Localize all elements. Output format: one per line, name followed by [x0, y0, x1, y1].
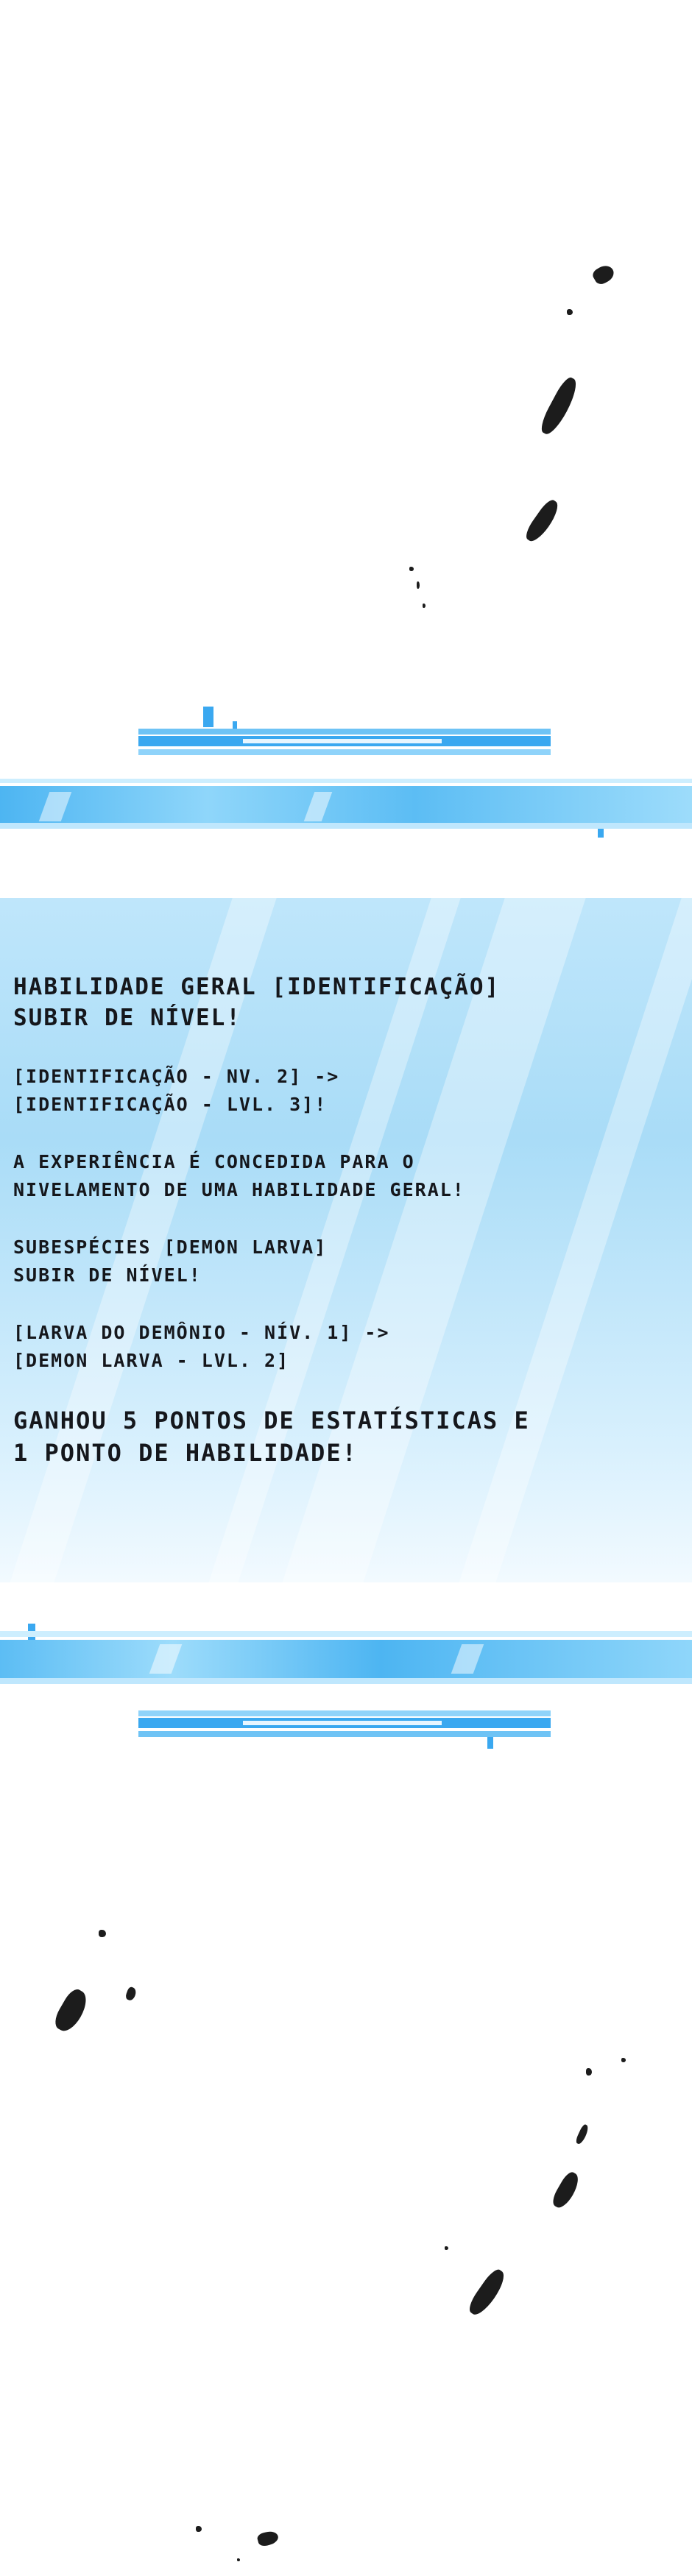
subspecies-level-up-message: Subespécies [Demon Larva] subir de nível… [13, 1234, 683, 1289]
skill-level-up-message: Habilidade Geral [Identificação] subir d… [13, 972, 683, 1033]
skill-level-change: [Identificação - Nv. 2] -> [Identificaçã… [13, 1063, 683, 1119]
message-line: subir de nível! [13, 1005, 241, 1031]
glitch-bar-segment [138, 729, 551, 735]
ink-blot [522, 497, 563, 545]
ink-blot [574, 2123, 590, 2145]
ink-blot [586, 2068, 592, 2076]
message-line: [Identificação - Nv. 2] -> [13, 1066, 340, 1087]
glitch-bar-segment [243, 1721, 442, 1725]
glitch-bar-segment [0, 1678, 692, 1684]
glitch-bar-segment [487, 1737, 493, 1749]
glitch-bar-segment [0, 779, 692, 783]
glitch-bar-segment [138, 1710, 551, 1716]
message-line: Habilidade Geral [Identificação] [13, 974, 501, 1000]
glitch-bar-segment [598, 829, 604, 838]
message-line: [Identificação - Lvl. 3]! [13, 1094, 328, 1115]
message-line: Ganhou 5 pontos de estatísticas e [13, 1406, 530, 1434]
message-line: Subespécies [Demon Larva] [13, 1236, 328, 1258]
glitch-bar-segment [138, 1731, 551, 1737]
message-line: A experiência é concedida para o [13, 1151, 415, 1172]
ink-blot [124, 1986, 138, 2002]
glitch-bar-segment [0, 786, 692, 826]
points-gained-message: Ganhou 5 pontos de estatísticas e 1 pont… [13, 1404, 683, 1469]
ink-blot [590, 262, 617, 287]
ink-blot [417, 581, 420, 589]
glitch-bar-segment [0, 1631, 692, 1637]
ink-blot [445, 2246, 448, 2250]
glitch-bar-segment [0, 823, 692, 829]
experience-message: A experiência é concedida para o nivelam… [13, 1148, 683, 1204]
ink-blot [409, 567, 414, 571]
message-line: 1 ponto de habilidade! [13, 1439, 358, 1467]
glitch-bar-segment [243, 739, 442, 743]
ink-blot [237, 2558, 240, 2561]
system-message-text: Habilidade Geral [Identificação] subir d… [13, 972, 683, 1498]
ink-blot [549, 2169, 583, 2212]
ink-blot [621, 2058, 626, 2062]
ink-blot [99, 1930, 106, 1937]
glitch-bar-segment [0, 1640, 692, 1678]
ink-blot [423, 604, 426, 608]
message-line: [Larva do Demônio - Nív. 1] -> [13, 1322, 390, 1343]
message-line: subir de nível! [13, 1264, 202, 1286]
glitch-bar-segment [138, 749, 551, 755]
glitch-bar-segment [233, 721, 237, 729]
message-line: nivelamento de uma habilidade geral! [13, 1179, 465, 1200]
ink-blot [51, 1986, 92, 2036]
subspecies-level-change: [Larva do Demônio - Nív. 1] -> [Demon La… [13, 1319, 683, 1375]
message-line: [Demon Larva - Lvl. 2] [13, 1350, 290, 1371]
ink-blot [537, 375, 582, 438]
ink-blot [465, 2266, 509, 2319]
ink-blot [256, 2529, 280, 2548]
ink-blot [567, 309, 573, 315]
glitch-bar-segment [203, 707, 213, 727]
ink-blot [196, 2526, 202, 2532]
system-message-panel: Habilidade Geral [Identificação] subir d… [0, 898, 692, 1582]
